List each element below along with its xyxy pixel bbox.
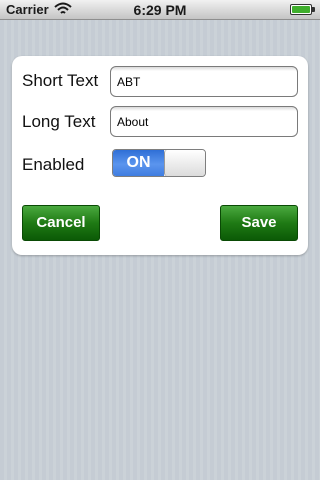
status-bar: Carrier 6:29 PM xyxy=(0,0,320,20)
cancel-button[interactable]: Cancel xyxy=(22,205,100,241)
long-text-field[interactable] xyxy=(110,106,298,137)
switch-on-label: ON xyxy=(113,150,164,176)
short-text-field[interactable] xyxy=(110,66,298,97)
long-text-label: Long Text xyxy=(22,112,96,131)
switch-knob[interactable] xyxy=(164,150,205,176)
battery-tip xyxy=(312,7,315,12)
enabled-label: Enabled xyxy=(22,155,85,174)
enabled-switch[interactable]: ON xyxy=(112,149,206,177)
status-time: 6:29 PM xyxy=(133,2,187,18)
settings-card: Short Text Long Text Enabled ON Cancel S… xyxy=(12,56,308,255)
battery-icon xyxy=(290,4,315,15)
save-button[interactable]: Save xyxy=(220,205,298,241)
short-text-label: Short Text xyxy=(22,71,99,90)
battery-level xyxy=(292,6,310,13)
